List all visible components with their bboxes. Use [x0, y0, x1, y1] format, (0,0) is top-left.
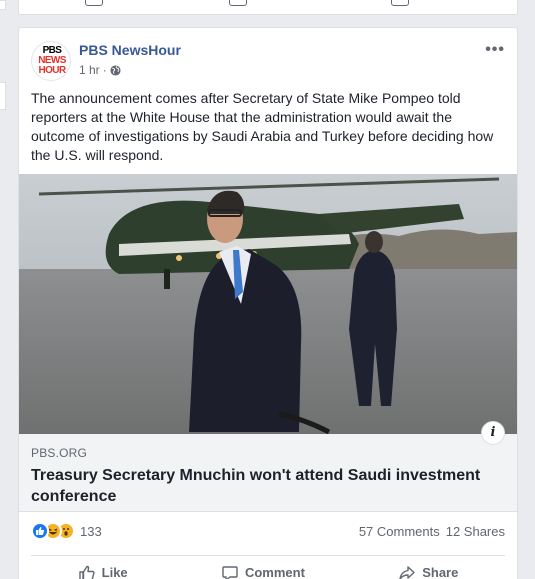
logo-text-line: HOUR: [38, 65, 66, 76]
comment-label: Comment: [244, 565, 305, 579]
post-message: The announcement comes after Secretary o…: [31, 90, 494, 163]
meta-separator: ·: [102, 63, 107, 77]
post-header: PBS NEWS HOUR PBS NewsHour 1 hr · •••: [31, 40, 505, 81]
engagement-stats: 133 57 Comments 12 Shares: [31, 522, 505, 542]
prev-like-icon[interactable]: [85, 0, 103, 6]
left-column-edge: [0, 0, 6, 10]
comments-shares-summary: 57 Comments 12 Shares: [359, 524, 505, 539]
globe-icon[interactable]: [110, 64, 121, 76]
post-meta: 1 hr ·: [79, 63, 121, 77]
link-preview-image[interactable]: [19, 174, 517, 434]
prev-comment-icon[interactable]: [229, 0, 247, 6]
page-avatar[interactable]: PBS NEWS HOUR: [31, 41, 71, 81]
post-timestamp[interactable]: 1 hr: [79, 63, 100, 77]
link-domain: PBS.ORG: [31, 446, 88, 460]
reactions-summary[interactable]: 133: [31, 522, 102, 540]
reaction-count[interactable]: 133: [80, 524, 102, 539]
share-label: Share: [422, 565, 459, 579]
more-options-icon[interactable]: •••: [485, 42, 505, 58]
prev-share-icon[interactable]: [391, 0, 409, 6]
like-label: Like: [101, 565, 128, 579]
link-title[interactable]: Treasury Secretary Mnuchin won't attend …: [31, 465, 501, 507]
share-icon: [399, 565, 415, 579]
comment-icon: [222, 565, 238, 579]
comments-count[interactable]: 57 Comments: [359, 524, 440, 539]
like-icon: [31, 522, 49, 540]
shares-count[interactable]: 12 Shares: [446, 524, 505, 539]
thumbs-up-icon: [78, 565, 95, 579]
previous-post-card: [18, 0, 518, 15]
left-column-edge: [0, 82, 6, 110]
comment-button[interactable]: Comment: [207, 564, 319, 579]
link-preview[interactable]: i PBS.ORG Treasury Secretary Mnuchin won…: [19, 421, 517, 512]
share-button[interactable]: Share: [384, 564, 472, 579]
page-name-link[interactable]: PBS NewsHour: [79, 42, 181, 58]
like-button[interactable]: Like: [64, 564, 142, 579]
info-icon[interactable]: i: [481, 421, 505, 445]
post-action-bar: Like Comment Share: [31, 555, 505, 579]
news-feed-post: PBS NEWS HOUR PBS NewsHour 1 hr · ••• Th…: [18, 27, 518, 579]
